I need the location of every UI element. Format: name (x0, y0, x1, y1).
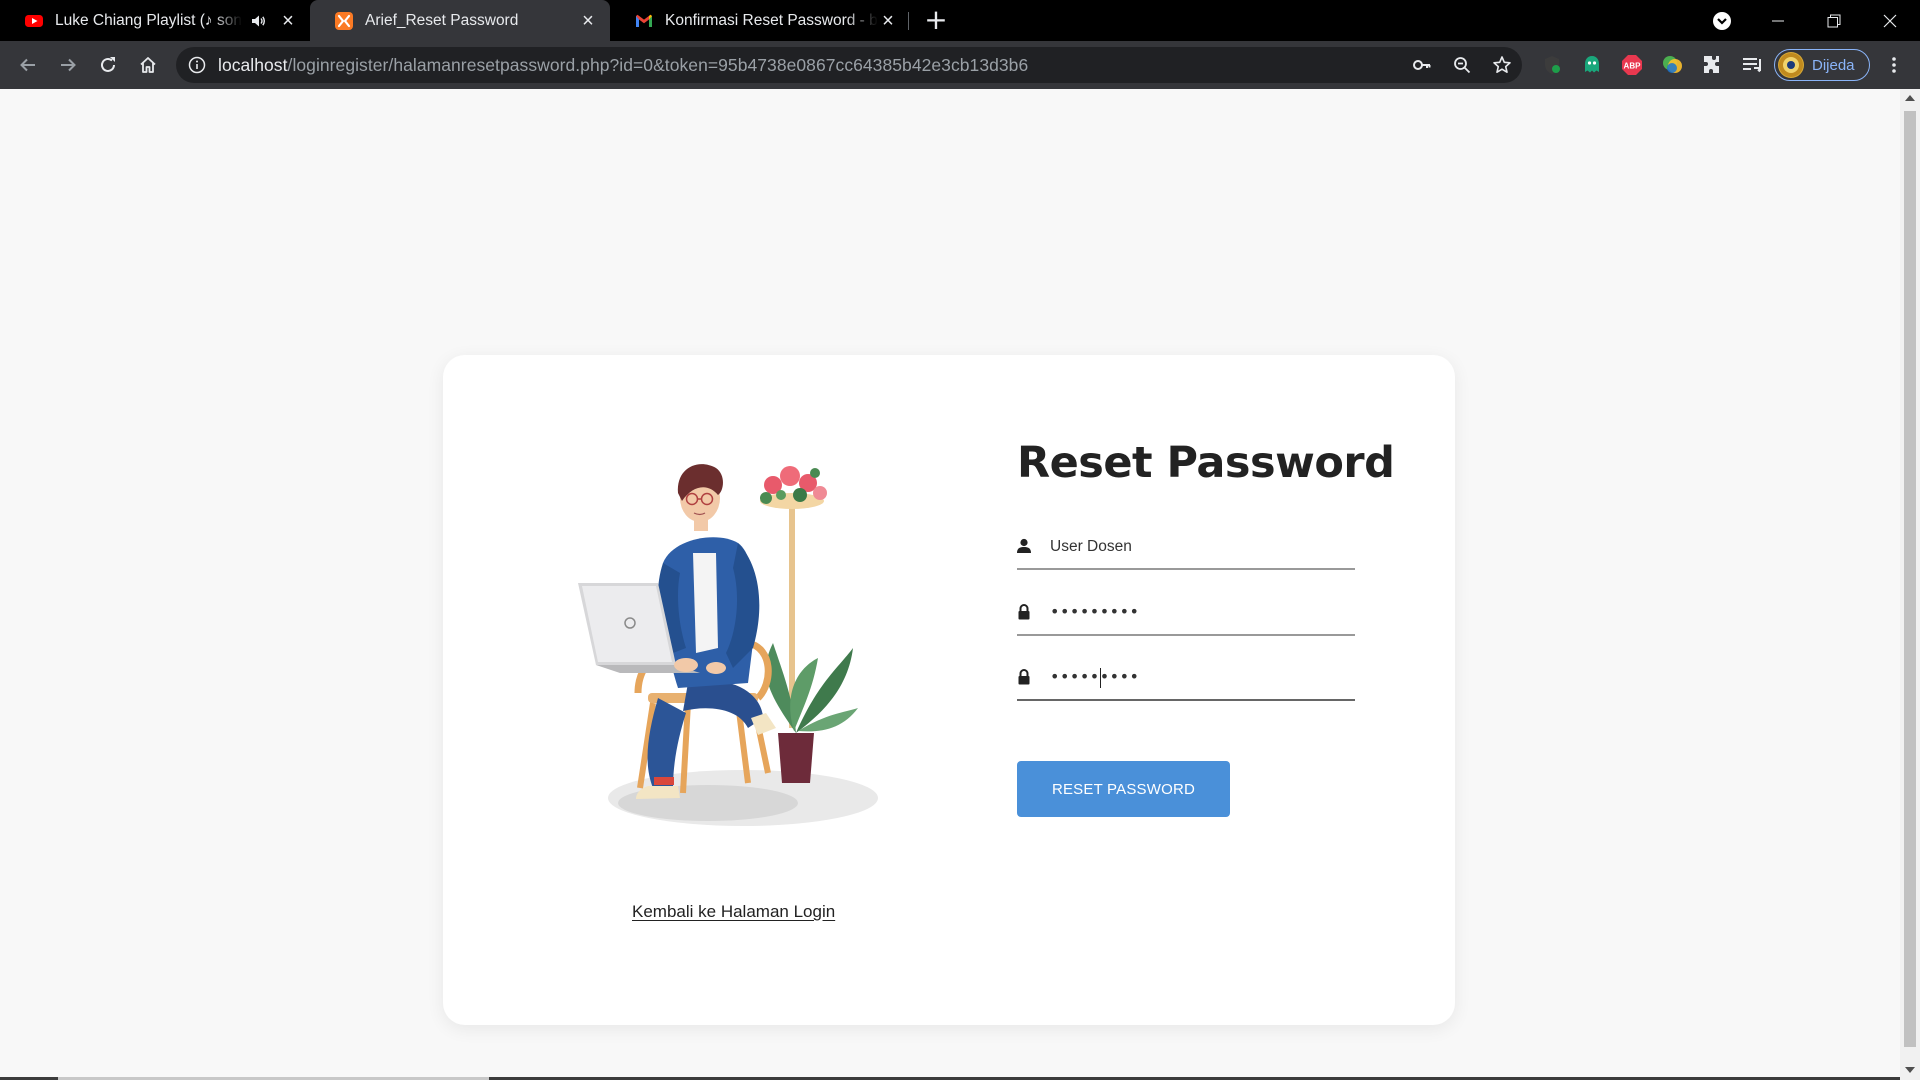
chevron-down-icon (1713, 11, 1731, 30)
restore-button[interactable] (1806, 0, 1862, 41)
lock-icon (1018, 669, 1030, 685)
tab-title: Konfirmasi Reset Password - baih (665, 11, 878, 29)
tab-title: Arief_Reset Password (365, 11, 519, 29)
xampp-icon (335, 11, 353, 30)
home-button[interactable] (132, 49, 164, 81)
home-icon (140, 57, 156, 73)
restore-icon (1827, 14, 1841, 27)
tab-separator (908, 12, 909, 30)
url-host: localhost (218, 55, 288, 75)
tab-close-icon[interactable]: × (578, 11, 598, 31)
tab-strip: Luke Chiang Playlist (♪ songs × Arief_Re… (0, 0, 1920, 41)
google-translate-icon[interactable] (1660, 53, 1684, 77)
tab-title: Luke Chiang Playlist (♪ songs (55, 11, 242, 29)
confirm-password-field[interactable]: ••••••••• (1017, 659, 1355, 701)
tab-reset-password[interactable]: Arief_Reset Password × (310, 0, 610, 41)
arrow-left-icon (20, 58, 35, 72)
profile-status-label: Dijeda (1812, 56, 1855, 74)
lock-icon (1018, 604, 1030, 620)
username-field[interactable] (1017, 528, 1355, 570)
profile-emblem-icon (1779, 53, 1803, 77)
reload-icon (101, 57, 115, 72)
close-icon (1883, 14, 1897, 27)
browser-toolbar: localhost/loginregister/halamanresetpass… (0, 41, 1920, 89)
reading-list-icon[interactable] (1740, 53, 1764, 77)
svg-text:ABP: ABP (1624, 62, 1642, 71)
ghostery-icon[interactable] (1580, 53, 1604, 77)
page-viewport: Kembali ke Halaman Login Reset Password … (0, 89, 1900, 1080)
forward-button[interactable] (52, 49, 84, 81)
reset-password-card: Kembali ke Halaman Login Reset Password … (443, 355, 1455, 1025)
text-caret (1100, 668, 1101, 688)
tab-close-icon[interactable]: × (878, 11, 898, 31)
scroll-down-arrow-icon[interactable] (1905, 1067, 1915, 1073)
minimize-icon (1772, 20, 1784, 21)
puzzle-extensions-icon[interactable] (1700, 53, 1724, 77)
new-tab-button[interactable]: + (922, 6, 950, 34)
confirm-password-input[interactable]: ••••••••• (1050, 667, 1139, 686)
close-window-button[interactable] (1862, 0, 1918, 41)
zoom-icon[interactable] (1452, 55, 1472, 75)
back-button[interactable] (12, 49, 44, 81)
address-bar[interactable]: localhost/loginregister/halamanresetpass… (176, 47, 1522, 83)
page-title: Reset Password (1017, 438, 1395, 488)
info-icon[interactable] (188, 56, 206, 74)
adblock-plus-icon[interactable]: ABP (1620, 53, 1644, 77)
reload-button[interactable] (92, 49, 124, 81)
youtube-icon (25, 14, 43, 27)
user-icon (1017, 538, 1031, 553)
password-input[interactable]: ••••••••• (1050, 602, 1139, 621)
man-with-laptop-illustration (578, 464, 878, 826)
new-password-field[interactable]: ••••••••• (1017, 594, 1355, 636)
avatar (1778, 52, 1804, 78)
kebab-menu-icon (1892, 57, 1896, 73)
username-input[interactable] (1050, 534, 1340, 560)
minimize-button[interactable] (1750, 0, 1806, 41)
url-text[interactable]: localhost/loginregister/halamanresetpass… (218, 55, 1028, 76)
tab-close-icon[interactable]: × (278, 11, 298, 31)
gmail-icon (636, 14, 652, 27)
speaker-icon[interactable] (250, 13, 266, 29)
key-icon[interactable] (1412, 55, 1432, 75)
arrow-right-icon (61, 58, 76, 72)
reset-password-button[interactable]: RESET PASSWORD (1017, 761, 1230, 817)
url-path: /loginregister/halamanresetpassword.php?… (287, 55, 1029, 75)
scroll-up-arrow-icon[interactable] (1905, 95, 1915, 101)
adguard-icon[interactable] (1540, 53, 1564, 77)
tab-youtube[interactable]: Luke Chiang Playlist (♪ songs × (0, 0, 310, 41)
tab-gmail[interactable]: Konfirmasi Reset Password - baih × (610, 0, 910, 41)
scrollbar-thumb[interactable] (1904, 111, 1916, 1047)
profile-button[interactable]: Dijeda (1774, 49, 1870, 81)
back-to-login-link[interactable]: Kembali ke Halaman Login (632, 902, 835, 922)
browser-menu-button[interactable] (1878, 49, 1910, 81)
tab-search-button[interactable] (1694, 0, 1750, 41)
star-icon[interactable] (1492, 55, 1512, 75)
page-scrollbar[interactable] (1900, 89, 1920, 1080)
